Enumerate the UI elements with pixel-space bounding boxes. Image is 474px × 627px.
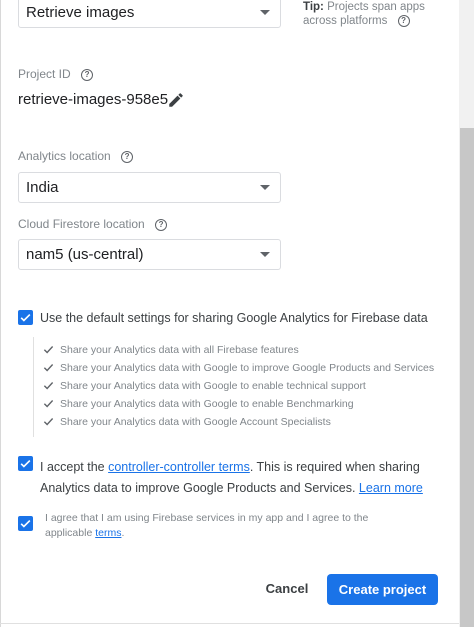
list-item-text: Share your Analytics data with Google to… [60,380,366,392]
dialog-left-border [0,0,1,627]
project-id-value: retrieve-images-958e5 [18,91,168,108]
analytics-location-label-text: Analytics location [18,149,111,163]
check-icon [20,313,31,322]
chevron-down-icon [260,185,270,190]
check-icon [20,459,31,468]
scrollbar-thumb[interactable] [460,128,474,627]
tip-line2: across platforms [303,15,388,27]
edit-pencil-icon[interactable] [167,91,185,109]
project-id-label: Project ID ? [18,67,94,81]
accept-terms-label: I accept the controller-controller terms… [40,457,423,499]
default-settings-label: Use the default settings for sharing Goo… [40,311,428,325]
accept-terms-prefix: I accept the [40,460,109,474]
help-icon[interactable]: ? [397,14,410,27]
default-settings-sublist: Share your Analytics data with all Fireb… [33,337,434,437]
check-icon [43,400,54,408]
help-icon[interactable]: ? [121,150,134,163]
firebase-terms-checkbox[interactable] [18,516,33,531]
firebase-terms-line2-prefix: applicable [45,526,96,539]
analytics-location-value: India [26,179,59,196]
accept-terms-suffix: . This is required when sharing [249,460,420,474]
create-project-button[interactable]: Create project [327,574,438,605]
chevron-down-icon [260,10,270,15]
help-icon[interactable]: ? [81,68,94,81]
list-item-text: Share your Analytics data with Google to… [60,398,354,410]
tip-label: Tip: [303,1,324,13]
firebase-terms-link[interactable]: terms [95,527,121,539]
project-id-text: retrieve-images-958e5 [18,91,169,108]
project-name-select[interactable]: Retrieve images [18,0,281,28]
firebase-terms-line2-suffix: . [121,526,125,539]
firebase-terms-label: I agree that I am using Firebase service… [45,511,368,540]
help-icon[interactable]: ? [155,218,168,231]
tip-text: Tip: Projects span apps across platforms… [303,0,425,28]
tip-line1: Projects span apps [327,1,425,13]
chevron-down-icon [260,252,270,257]
learn-more-link[interactable]: Learn more [359,481,423,495]
firebase-terms-line1: I agree that I am using Firebase service… [45,512,369,524]
accept-terms-line2: Analytics data to improve Google Product… [40,481,356,495]
check-icon [43,364,54,372]
list-item-text: Share your Analytics data with Google Ac… [60,416,331,428]
check-icon [43,346,54,354]
list-item-text: Share your Analytics data with all Fireb… [60,344,299,356]
firestore-location-label-text: Cloud Firestore location [18,217,145,231]
project-id-label-text: Project ID [18,67,71,81]
analytics-location-label: Analytics location ? [18,149,134,163]
controller-terms-link[interactable]: controller-controller terms [108,460,250,474]
accept-terms-checkbox[interactable] [18,456,33,471]
firestore-location-value: nam5 (us-central) [26,246,144,263]
divider [0,623,459,624]
check-icon [20,519,31,528]
project-name-value: Retrieve images [26,4,135,21]
check-icon [43,382,54,390]
analytics-location-select[interactable]: India [18,172,281,203]
cancel-button[interactable]: Cancel [256,574,318,604]
list-item-text: Share your Analytics data with Google to… [60,362,435,374]
check-icon [43,418,54,426]
firestore-location-select[interactable]: nam5 (us-central) [18,239,281,270]
firestore-location-label: Cloud Firestore location ? [18,217,168,231]
default-settings-checkbox[interactable] [18,310,33,325]
